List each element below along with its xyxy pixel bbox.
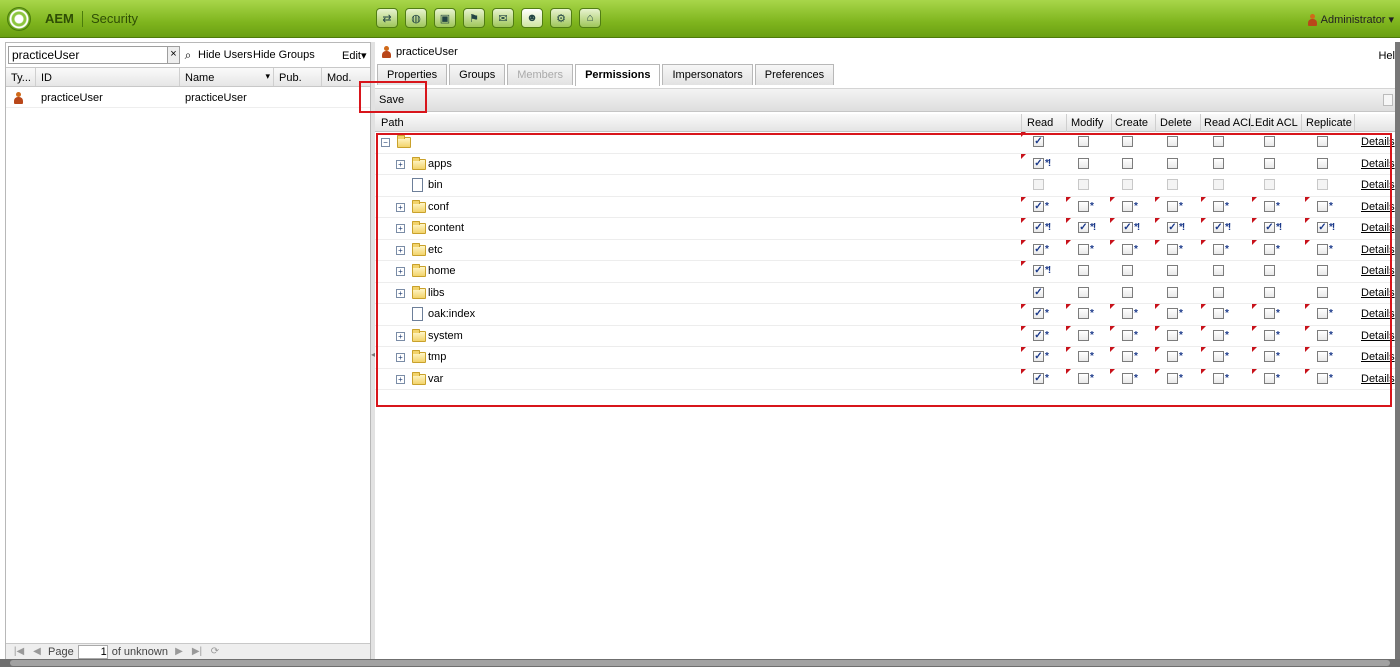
user-id: practiceUser [41, 92, 103, 104]
edit-menu-button[interactable]: Edit▾ [342, 49, 367, 62]
column-read-acl[interactable]: Read ACL [1204, 117, 1254, 129]
column-divider [1200, 114, 1201, 132]
column-divider [1155, 114, 1156, 132]
hide-users-button[interactable]: Hide Users [198, 49, 252, 61]
user-icon [1307, 13, 1318, 26]
search-icon[interactable]: ⌕ [181, 47, 195, 63]
brand-separator [82, 11, 83, 27]
search-toolbar: × ⌕ Hide Users Hide Groups Edit▾ [8, 45, 368, 65]
first-page-icon[interactable]: |◀ [12, 646, 26, 657]
prev-page-icon[interactable]: ◀ [30, 646, 44, 657]
user-icon [381, 46, 392, 58]
hide-groups-button[interactable]: Hide Groups [253, 49, 315, 61]
column-published[interactable]: Pub. [274, 68, 322, 86]
user-menu[interactable]: Administrator ▾ [1307, 13, 1394, 26]
column-create[interactable]: Create [1115, 117, 1148, 129]
column-type[interactable]: Ty... [6, 68, 36, 86]
page-label: Page [48, 645, 74, 658]
chevron-down-icon: ▾ [1388, 14, 1394, 26]
detail-tabs: Properties Groups Members Permissions Im… [377, 64, 835, 86]
clear-search-button[interactable]: × [167, 46, 180, 64]
camera-icon[interactable]: ▣ [434, 8, 456, 28]
search-input[interactable] [8, 46, 168, 64]
column-replicate[interactable]: Replicate [1306, 117, 1352, 129]
aem-logo[interactable] [7, 7, 31, 31]
tag-icon[interactable]: ⌂ [579, 8, 601, 28]
user-title-label: practiceUser [396, 46, 458, 58]
column-divider [1066, 114, 1067, 132]
column-edit-acl[interactable]: Edit ACL [1255, 117, 1298, 129]
tools-icon[interactable]: ⚙ [550, 8, 572, 28]
user-icon [13, 91, 24, 104]
user-list-panel: × ⌕ Hide Users Hide Groups Edit▾ Ty... I… [5, 42, 371, 660]
column-read[interactable]: Read [1027, 117, 1053, 129]
user-list-header: Ty... ID Name ▾ Pub. Mod. [6, 67, 370, 87]
permissions-highlight [376, 133, 1392, 407]
permissions-header: Path Read Modify Create Delete Read ACL … [375, 114, 1395, 132]
globe-icon[interactable]: ◍ [405, 8, 427, 28]
tab-impersonators[interactable]: Impersonators [662, 64, 753, 85]
user-name: practiceUser [185, 92, 247, 104]
pagination-bar: |◀ ◀ Page of unknown ▶ ▶| ⟳ [6, 643, 370, 659]
page-input[interactable] [77, 644, 108, 659]
vertical-scrollbar[interactable] [1395, 42, 1400, 659]
save-highlight [359, 81, 427, 113]
section-title: Security [91, 11, 138, 26]
user-title: practiceUser [381, 46, 458, 58]
column-divider [1111, 114, 1112, 132]
app-switcher: ⇄ ◍ ▣ ⚑ ✉ ☻ ⚙ ⌂ [376, 8, 601, 28]
column-modify[interactable]: Modify [1071, 117, 1103, 129]
column-divider [1021, 114, 1022, 132]
campaign-icon[interactable]: ⚑ [463, 8, 485, 28]
list-item[interactable]: practiceUser practiceUser [6, 88, 370, 108]
column-path[interactable]: Path [381, 117, 404, 129]
last-page-icon[interactable]: ▶| [190, 646, 204, 657]
next-page-icon[interactable]: ▶ [172, 646, 186, 657]
page-of-label: of unknown [111, 645, 168, 658]
help-link[interactable]: Hel [1378, 50, 1395, 62]
workflow-icon[interactable]: ⇄ [376, 8, 398, 28]
tab-permissions[interactable]: Permissions [575, 64, 661, 86]
tab-groups[interactable]: Groups [449, 64, 506, 85]
users-icon[interactable]: ☻ [521, 8, 543, 28]
column-id[interactable]: ID [36, 68, 180, 86]
horizontal-scrollbar[interactable] [0, 659, 1400, 667]
mail-icon[interactable]: ✉ [492, 8, 514, 28]
sort-menu-icon[interactable]: ▾ [265, 71, 270, 82]
tab-preferences[interactable]: Preferences [754, 64, 835, 85]
edit-menu-label: Edit [342, 50, 361, 62]
top-bar: AEM Security ⇄ ◍ ▣ ⚑ ✉ ☻ ⚙ ⌂ Administrator ▾ [0, 0, 1400, 38]
column-divider [1354, 114, 1355, 132]
chevron-down-icon: ▾ [360, 50, 367, 62]
tab-members[interactable]: Members [507, 64, 574, 85]
brand-name: AEM [45, 11, 74, 26]
user-menu-label: Administrator [1320, 13, 1386, 26]
column-divider [1301, 114, 1302, 132]
column-name[interactable]: Name ▾ [180, 68, 274, 86]
column-delete[interactable]: Delete [1160, 117, 1192, 129]
column-divider [1250, 114, 1251, 132]
permissions-toolbar: Save [375, 88, 1395, 112]
refresh-icon[interactable]: ⟳ [208, 646, 222, 657]
column-name-label: Name [185, 72, 215, 84]
toolbar-overflow-button[interactable] [1383, 94, 1393, 106]
